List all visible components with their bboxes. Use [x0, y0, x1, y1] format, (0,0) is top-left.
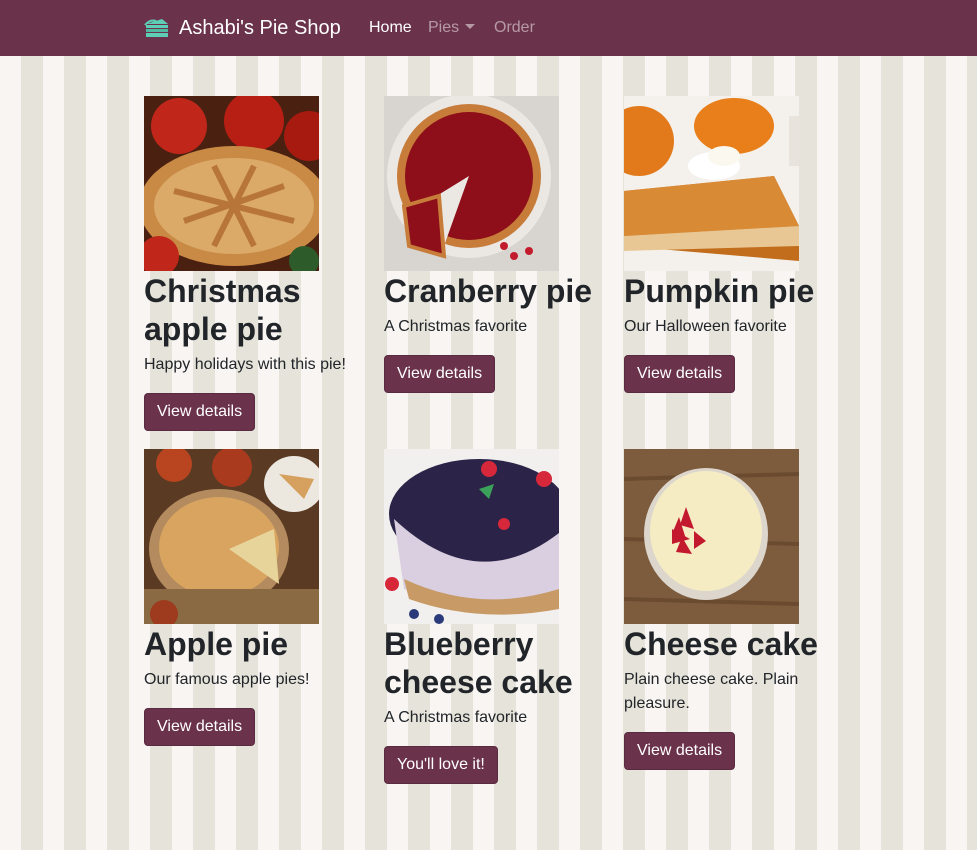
- pie-image: [384, 96, 559, 271]
- pie-image: [624, 96, 799, 271]
- pie-title: Cheese cake: [624, 626, 818, 662]
- pie-card: Pumpkin pie Our Halloween favorite View …: [624, 96, 844, 393]
- pie-description: Happy holidays with this pie!: [144, 356, 346, 373]
- pie-title: Cranberry pie: [384, 273, 593, 309]
- view-details-button[interactable]: View details: [144, 393, 256, 431]
- pie-card: Apple pie Our famous apple pies! View de…: [144, 449, 364, 746]
- pie-card: Christmas apple pie Happy holidays with …: [144, 96, 364, 431]
- chevron-down-icon: [465, 24, 476, 29]
- pie-title: Apple pie: [144, 626, 289, 662]
- nav-pies-dropdown[interactable]: Pies: [428, 18, 476, 38]
- pie-image: [624, 449, 799, 624]
- pie-description: Our famous apple pies!: [144, 671, 310, 688]
- pie-title: Christmas apple pie: [144, 273, 301, 347]
- pie-image: [384, 449, 559, 624]
- view-details-button[interactable]: View details: [144, 708, 256, 746]
- view-details-button[interactable]: View details: [624, 732, 736, 770]
- brand-link[interactable]: Ashabi's Pie Shop: [144, 14, 341, 42]
- pie-description: A Christmas favorite: [384, 318, 528, 335]
- pie-card: Cheese cake Plain cheese cake. Plain ple…: [624, 449, 844, 770]
- nav-order[interactable]: Order: [494, 18, 535, 38]
- pie-image: [144, 96, 319, 271]
- pie-description: Our Halloween favorite: [624, 318, 787, 335]
- cake-slice-icon: [144, 19, 168, 37]
- pie-title: Blueberry cheese cake: [384, 626, 573, 700]
- nav-home[interactable]: Home: [369, 18, 412, 38]
- pie-description: A Christmas favorite: [384, 709, 528, 726]
- view-details-button[interactable]: View details: [624, 355, 736, 393]
- pie-title: Pumpkin pie: [624, 273, 815, 309]
- pie-card: Cranberry pie A Christmas favorite View …: [384, 96, 604, 393]
- pie-image: [144, 449, 319, 624]
- nav-pies-label: Pies: [428, 19, 460, 36]
- navbar: Ashabi's Pie Shop Home Pies Order: [0, 0, 977, 56]
- pie-description: Plain cheese cake. Plain pleasure.: [624, 671, 799, 712]
- love-it-button[interactable]: You'll love it!: [384, 746, 498, 784]
- brand-name: Ashabi's Pie Shop: [179, 16, 341, 39]
- view-details-button[interactable]: View details: [384, 355, 496, 393]
- pie-card: Blueberry cheese cake A Christmas favori…: [384, 449, 604, 784]
